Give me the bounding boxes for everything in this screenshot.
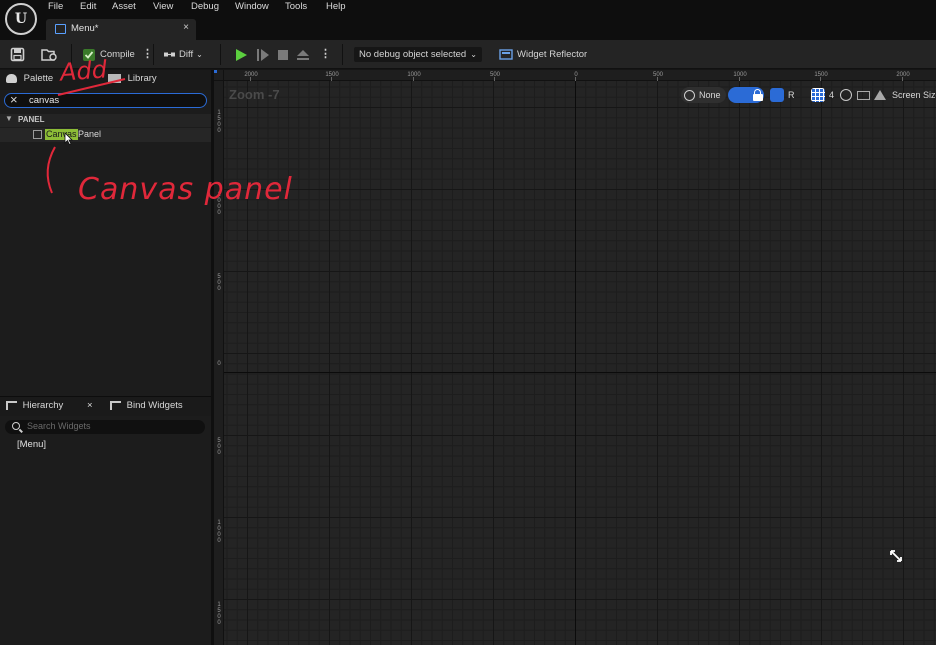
annotation-canvas-panel: Canvas panel: [78, 172, 293, 207]
annotation-strokes: [46, 78, 126, 194]
